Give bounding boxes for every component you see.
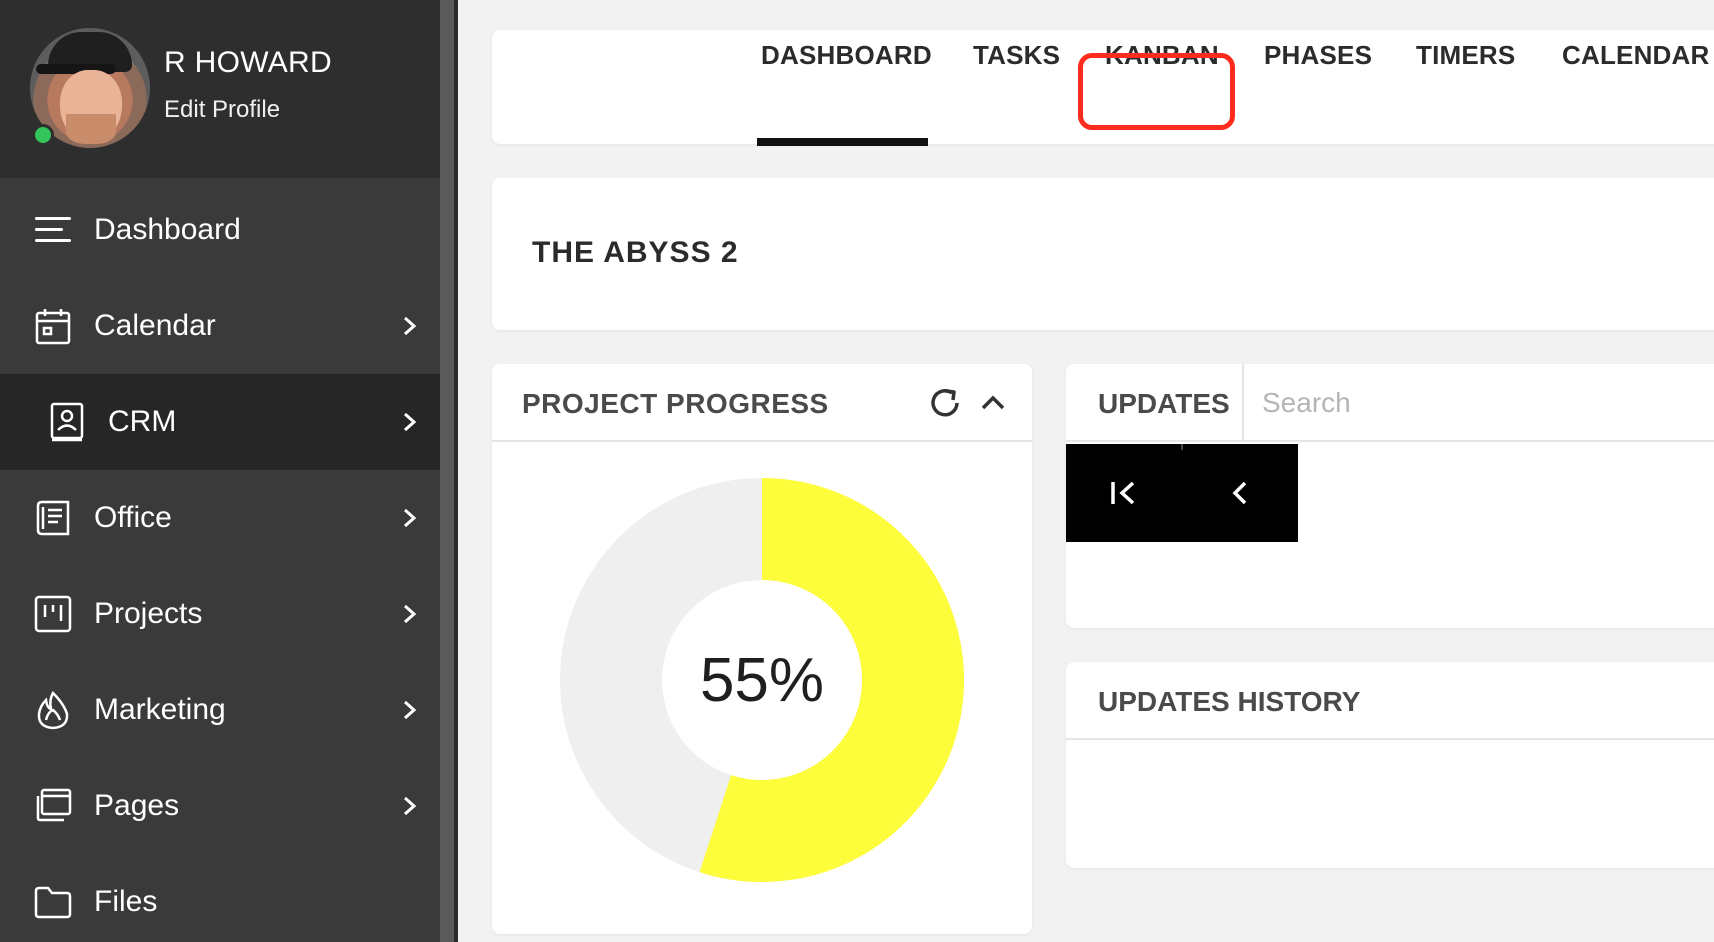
sidebar-item-label: Files <box>94 885 158 918</box>
project-header: THE ABYSS 2 <box>492 178 1714 330</box>
progress-percent-label: 55% <box>699 645 825 715</box>
sidebar-item-label: Office <box>94 501 172 534</box>
tab-timers[interactable]: TIMERS <box>1416 40 1515 71</box>
sidebar-item-crm[interactable]: CRM <box>0 374 440 470</box>
chevron-right-icon <box>404 508 417 528</box>
chevron-right-icon <box>404 316 417 336</box>
tab-dashboard[interactable]: DASHBOARD <box>761 40 932 71</box>
panel-header: UPDATES HISTORY <box>1066 662 1714 740</box>
tab-phases[interactable]: PHASES <box>1264 40 1372 71</box>
updates-pager <box>1066 444 1298 542</box>
online-status-icon <box>32 124 54 146</box>
active-tab-indicator <box>757 138 928 146</box>
pages-icon <box>34 787 72 825</box>
calendar-icon <box>34 307 72 345</box>
sidebar: R HOWARD Edit Profile Dashboard Calendar… <box>0 0 458 942</box>
updates-panel: UPDATES <box>1066 364 1714 628</box>
sidebar-item-label: Calendar <box>94 309 216 342</box>
sidebar-divider <box>454 0 458 942</box>
panel-header: PROJECT PROGRESS <box>492 364 1032 442</box>
panel-title: UPDATES HISTORY <box>1098 686 1361 717</box>
panel-title: UPDATES <box>1098 388 1230 419</box>
contact-card-icon <box>48 402 86 442</box>
tab-calendar[interactable]: CALENDAR <box>1562 40 1709 71</box>
sidebar-item-files[interactable]: Files <box>0 854 440 942</box>
sidebar-item-calendar[interactable]: Calendar <box>0 278 440 374</box>
chevron-right-icon <box>404 796 417 816</box>
sidebar-item-marketing[interactable]: Marketing <box>0 662 440 758</box>
user-profile: R HOWARD Edit Profile <box>0 0 440 178</box>
sidebar-item-dashboard[interactable]: Dashboard <box>0 182 440 278</box>
previous-page-button[interactable] <box>1182 444 1298 542</box>
sidebar-item-label: Projects <box>94 597 203 630</box>
previous-page-icon <box>1232 481 1247 505</box>
panel-title: PROJECT PROGRESS <box>522 388 829 419</box>
chevron-right-icon <box>404 412 417 432</box>
sidebar-item-projects[interactable]: Projects <box>0 566 440 662</box>
sidebar-item-pages[interactable]: Pages <box>0 758 440 854</box>
refresh-icon[interactable] <box>926 384 964 422</box>
edit-profile-link[interactable]: Edit Profile <box>164 96 280 124</box>
tab-tasks[interactable]: TASKS <box>973 40 1060 71</box>
sidebar-item-office[interactable]: Office <box>0 470 440 566</box>
project-board-icon <box>34 595 72 633</box>
kanban-highlight-annotation <box>1078 53 1235 130</box>
user-name: R HOWARD <box>164 46 332 79</box>
sidebar-item-label: Dashboard <box>94 213 241 246</box>
chevron-up-icon[interactable] <box>978 388 1008 418</box>
first-page-icon <box>1111 481 1135 505</box>
project-progress-panel: PROJECT PROGRESS 55% <box>492 364 1032 934</box>
chevron-right-icon <box>404 604 417 624</box>
office-document-icon <box>34 499 72 537</box>
first-page-button[interactable] <box>1066 444 1182 542</box>
header-divider <box>1242 364 1244 442</box>
updates-search-input[interactable] <box>1262 380 1682 426</box>
project-title: THE ABYSS 2 <box>532 236 739 269</box>
sidebar-item-label: CRM <box>108 405 177 438</box>
flame-icon <box>34 690 72 730</box>
sidebar-item-label: Marketing <box>94 693 226 726</box>
sidebar-item-label: Pages <box>94 789 180 822</box>
updates-history-panel: UPDATES HISTORY <box>1066 662 1714 868</box>
panel-header: UPDATES <box>1066 364 1714 442</box>
chevron-right-icon <box>404 700 417 720</box>
menu-icon <box>34 211 72 249</box>
folder-icon <box>34 883 72 921</box>
sidebar-scrollbar[interactable] <box>440 0 454 942</box>
